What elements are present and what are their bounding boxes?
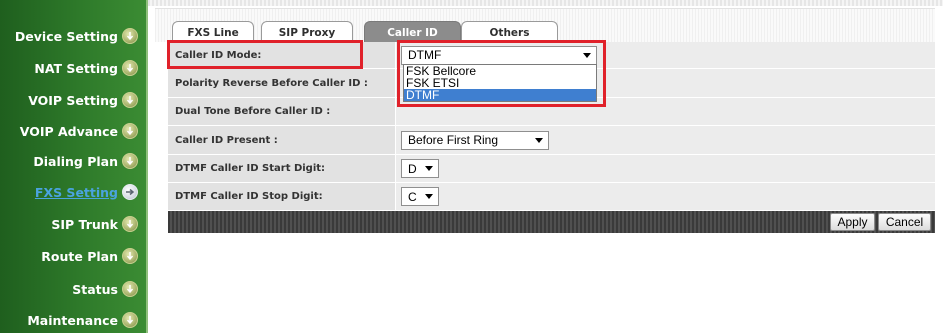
caller-id-present-value: Before First Ring [408,133,499,147]
sidebar-item-label: FXS Setting [34,184,118,200]
sidebar-item-label: NAT Setting [34,60,118,76]
down-arrow-circle-icon [122,28,138,44]
sidebar-item-label: VOIP Advance [19,123,118,139]
tab-others[interactable]: Others [461,21,558,43]
dual-tone-label: Dual Tone Before Caller ID : [168,98,396,125]
action-bar: Apply Cancel [168,211,935,233]
sidebar-item-nat-setting[interactable]: NAT Setting [34,57,138,79]
right-arrow-circle-icon [122,184,138,200]
down-arrow-circle-icon [122,123,138,139]
sidebar-item-label: Dialing Plan [33,153,118,169]
sidebar-item-label: Maintenance [27,312,118,328]
down-arrow-circle-icon [122,312,138,328]
caller-id-mode-value: DTMF [408,48,442,62]
tab-fxs-line[interactable]: FXS Line [172,21,254,43]
down-arrow-circle-icon [122,216,138,232]
dtmf-stop-label: DTMF Caller ID Stop Digit: [168,183,396,210]
dtmf-stop-select[interactable]: C [401,187,439,206]
sidebar-item-label: Status [72,281,118,297]
caller-id-mode-label: Caller ID Mode: [168,42,396,68]
polarity-reverse-label: Polarity Reverse Before Caller ID : [168,69,396,97]
dtmf-start-label: DTMF Caller ID Start Digit: [168,155,396,182]
sidebar-item-label: VOIP Setting [28,92,118,108]
chevron-down-icon [583,52,591,58]
dual-tone-row: Dual Tone Before Caller ID : [168,98,935,125]
sidebar-item-fxs-setting[interactable]: FXS Setting [35,181,138,203]
dtmf-start-select[interactable]: D [401,159,439,178]
down-arrow-circle-icon [122,248,138,264]
apply-button[interactable]: Apply [830,213,875,231]
dtmf-start-value: D [408,161,417,176]
sidebar-item-maintenance[interactable]: Maintenance [27,309,138,331]
sidebar-item-sip-trunk[interactable]: SIP Trunk [51,213,138,235]
sidebar-item-status[interactable]: Status [72,278,138,300]
caller-id-present-label: Caller ID Present : [168,126,396,154]
down-arrow-circle-icon [122,153,138,169]
dtmf-start-row: DTMF Caller ID Start Digit: D [168,155,935,182]
dropdown-option-dtmf[interactable]: DTMF [404,89,596,101]
down-arrow-circle-icon [122,281,138,297]
sidebar-item-label: Device Setting [14,28,118,44]
caller-id-present-row: Caller ID Present : Before First Ring [168,126,935,154]
dtmf-stop-value: C [408,189,417,204]
chevron-down-icon [425,166,433,171]
tab-caller-id[interactable]: Caller ID [364,21,461,43]
caller-id-present-select[interactable]: Before First Ring [401,130,549,150]
caller-id-mode-dropdown-list: FSK Bellcore FSK ETSI DTMF [403,64,597,102]
down-arrow-circle-icon [122,60,138,76]
caller-id-mode-select[interactable]: DTMF [401,45,597,65]
cancel-button[interactable]: Cancel [878,213,931,231]
sidebar-item-route-plan[interactable]: Route Plan [41,245,138,267]
dtmf-stop-row: DTMF Caller ID Stop Digit: C [168,183,935,210]
sidebar-item-voip-advance[interactable]: VOIP Advance [20,120,138,142]
sidebar-item-device-setting[interactable]: Device Setting [15,25,138,47]
sidebar-item-voip-setting[interactable]: VOIP Setting [28,89,138,111]
dual-tone-value [396,98,935,125]
sidebar-item-label: Route Plan [41,248,118,264]
chevron-down-icon [425,194,433,199]
down-arrow-circle-icon [122,92,138,108]
tab-sip-proxy[interactable]: SIP Proxy [261,21,353,43]
sidebar-item-label: SIP Trunk [51,216,118,232]
sidebar: Device Setting NAT Setting VOIP Setting … [0,0,148,333]
top-divider [148,0,943,6]
tab-bar: FXS Line SIP Proxy Caller ID Others [155,8,935,43]
chevron-down-icon [535,137,543,143]
sidebar-item-dialing-plan[interactable]: Dialing Plan [33,150,138,172]
